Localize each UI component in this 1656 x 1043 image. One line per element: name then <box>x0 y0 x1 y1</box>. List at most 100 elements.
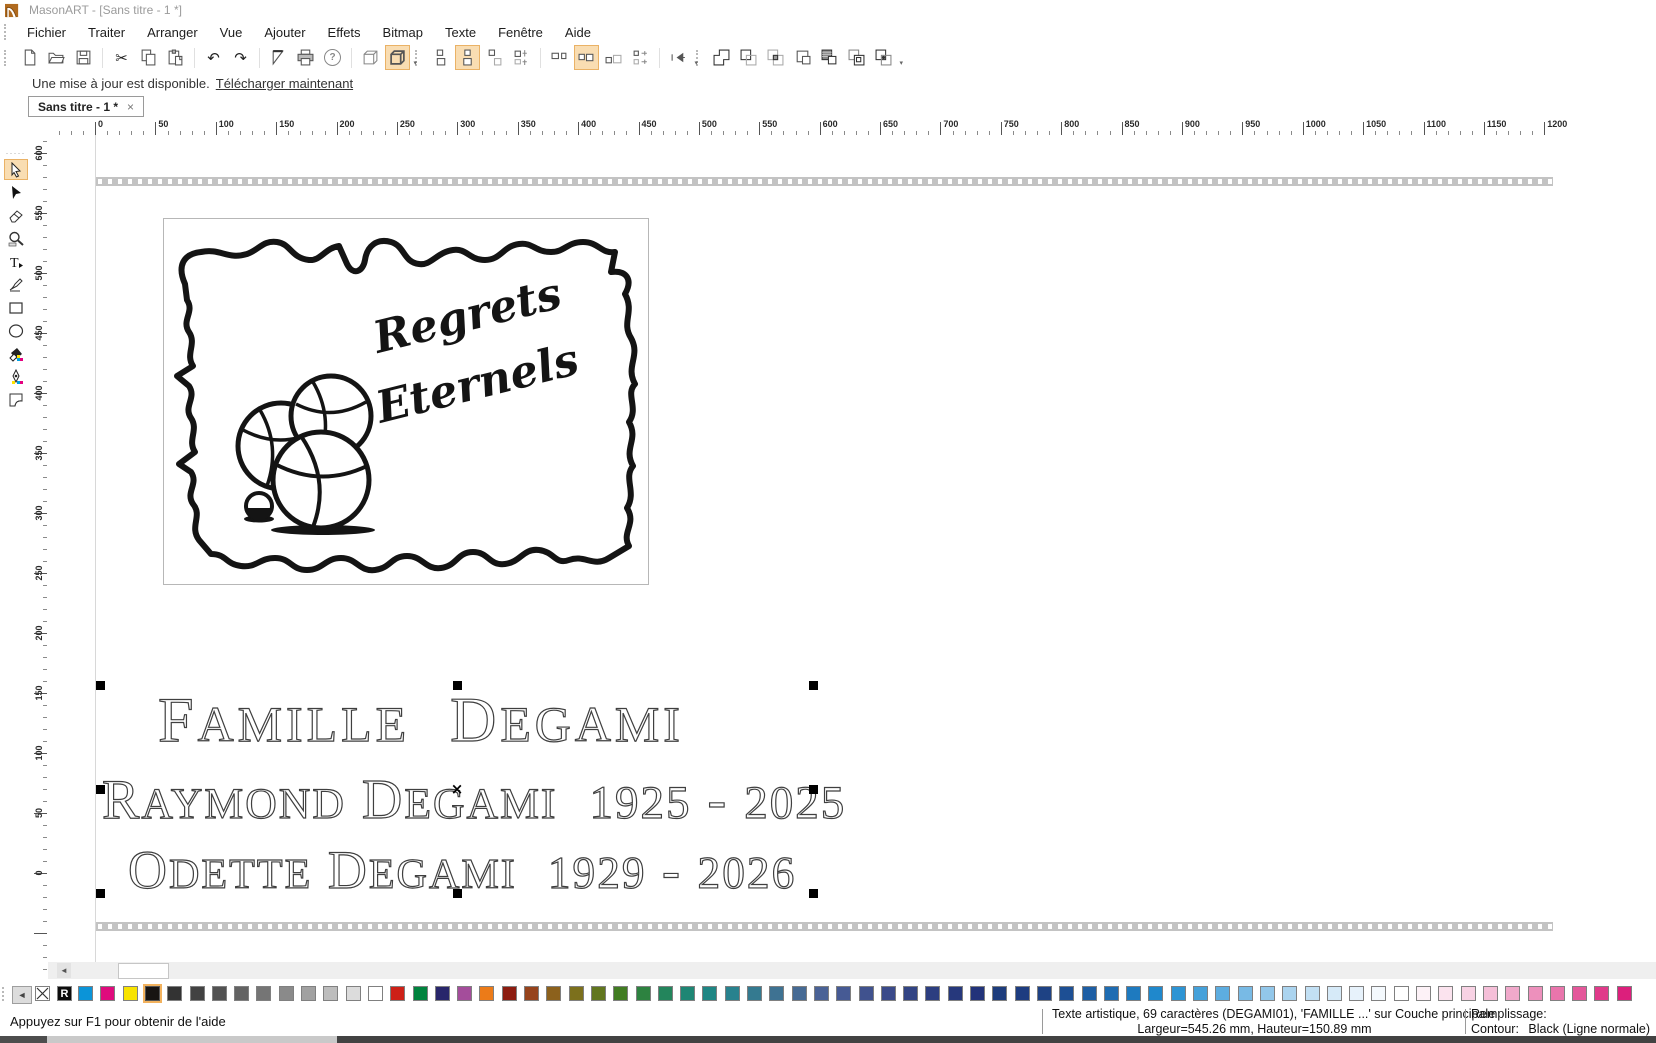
color-swatch[interactable] <box>1394 986 1409 1001</box>
knife-tool-button[interactable] <box>266 45 291 70</box>
outline-tool-button[interactable] <box>4 366 28 387</box>
cube-wireframe-button[interactable] <box>358 45 383 70</box>
color-swatch[interactable] <box>256 986 271 1001</box>
color-swatch[interactable] <box>1617 986 1632 1001</box>
color-swatch[interactable] <box>925 986 940 1001</box>
color-swatch[interactable] <box>546 986 561 1001</box>
color-swatch[interactable] <box>301 986 316 1001</box>
trim-shapes-button[interactable] <box>736 45 761 70</box>
save-floppy-button[interactable] <box>71 45 96 70</box>
color-swatch[interactable] <box>1126 986 1141 1001</box>
selection-handle[interactable] <box>453 681 462 690</box>
color-swatch[interactable] <box>769 986 784 1001</box>
selection-handle[interactable] <box>96 889 105 898</box>
distribute-spacing-squares-button[interactable] <box>628 45 653 70</box>
color-swatch[interactable] <box>279 986 294 1001</box>
cube-solid-button[interactable]: ▾ <box>385 45 410 70</box>
color-swatch[interactable] <box>212 986 227 1001</box>
palette-grip[interactable] <box>2 987 4 1001</box>
color-swatch[interactable] <box>613 986 628 1001</box>
parchment-clipart[interactable]: Regrets Eternels <box>163 218 647 583</box>
color-swatch[interactable] <box>725 986 740 1001</box>
menubar-grip[interactable] <box>4 24 10 40</box>
color-swatch[interactable] <box>1572 986 1587 1001</box>
color-swatch[interactable] <box>390 986 405 1001</box>
front-minus-back-shapes-button[interactable] <box>844 45 869 70</box>
size-width-squares-button[interactable] <box>547 45 572 70</box>
color-swatch[interactable] <box>323 986 338 1001</box>
selection-handle[interactable] <box>96 785 105 794</box>
zoom-tool-button[interactable] <box>4 228 28 249</box>
equal-size-squares-button[interactable] <box>574 45 599 70</box>
color-swatch[interactable] <box>1327 986 1342 1001</box>
color-swatch[interactable] <box>1461 986 1476 1001</box>
color-swatch[interactable] <box>591 986 606 1001</box>
engraving-text-line[interactable]: RAYMOND DEGAMI 1925 - 2025 <box>102 772 846 828</box>
color-swatch[interactable] <box>881 986 896 1001</box>
color-swatch[interactable] <box>413 986 428 1001</box>
menu-fichier[interactable]: Fichier <box>16 23 77 42</box>
simplify-shapes-button[interactable] <box>790 45 815 70</box>
color-swatch[interactable] <box>1037 986 1052 1001</box>
menu-texte[interactable]: Texte <box>434 23 487 42</box>
no-color-swatch[interactable] <box>35 986 50 1001</box>
color-swatch[interactable] <box>100 986 115 1001</box>
color-swatch[interactable] <box>680 986 695 1001</box>
dropdown-caret-icon[interactable]: ▾ <box>413 59 417 67</box>
color-swatch[interactable] <box>1594 986 1609 1001</box>
color-swatch[interactable] <box>747 986 762 1001</box>
color-swatch[interactable] <box>569 986 584 1001</box>
hatch-fill-shapes-button[interactable] <box>817 45 842 70</box>
selection-center-marker[interactable]: × <box>450 782 464 796</box>
color-swatch[interactable] <box>948 986 963 1001</box>
new-document-button[interactable] <box>17 45 42 70</box>
menu-ajouter[interactable]: Ajouter <box>253 23 316 42</box>
shape-edit-tool-button[interactable] <box>4 182 28 203</box>
color-swatch[interactable] <box>1550 986 1565 1001</box>
palette-scroll-left-button[interactable]: ◄ <box>12 986 32 1004</box>
scroll-left-arrow[interactable]: ◄ <box>57 963 71 978</box>
horizontal-scrollbar[interactable]: ◄ <box>48 962 1656 979</box>
corner-shape-tool-button[interactable] <box>4 389 28 410</box>
color-swatch[interactable] <box>167 986 182 1001</box>
pick-tool-button[interactable] <box>4 159 28 180</box>
color-swatch[interactable] <box>457 986 472 1001</box>
color-swatch[interactable] <box>903 986 918 1001</box>
redo-arrow-button[interactable]: ↷ <box>228 45 253 70</box>
color-swatch[interactable] <box>836 986 851 1001</box>
dropdown-caret-icon[interactable]: ▾ <box>899 59 903 67</box>
selection-handle[interactable] <box>453 889 462 898</box>
selection-handle[interactable] <box>809 681 818 690</box>
menu-traiter[interactable]: Traiter <box>77 23 136 42</box>
color-swatch[interactable] <box>636 986 651 1001</box>
color-swatch[interactable] <box>1483 986 1498 1001</box>
download-update-link[interactable]: Télécharger maintenant <box>216 76 353 91</box>
nudge-distance-arrow-button[interactable]: ▾ <box>666 45 691 70</box>
color-swatch[interactable] <box>1305 986 1320 1001</box>
color-swatch[interactable] <box>1528 986 1543 1001</box>
paste-clipboard-button[interactable] <box>163 45 188 70</box>
color-swatch[interactable] <box>702 986 717 1001</box>
color-swatch[interactable] <box>1371 986 1386 1001</box>
toolbar-grip[interactable] <box>4 50 10 66</box>
color-swatch[interactable] <box>1193 986 1208 1001</box>
align-center-squares-button[interactable] <box>455 45 480 70</box>
engraving-text-line[interactable]: ODETTE DEGAMI 1929 - 2026 <box>128 843 796 897</box>
color-swatch[interactable] <box>1438 986 1453 1001</box>
color-swatch[interactable] <box>234 986 249 1001</box>
back-minus-front-shapes-button[interactable]: ▾ <box>871 45 896 70</box>
color-swatch[interactable] <box>1215 986 1230 1001</box>
registration-color-swatch[interactable]: R <box>57 986 72 1001</box>
cut-scissors-button[interactable]: ✂ <box>109 45 134 70</box>
align-spread-squares-button[interactable] <box>482 45 507 70</box>
undo-arrow-button[interactable]: ↶ <box>201 45 226 70</box>
color-swatch[interactable] <box>1260 986 1275 1001</box>
color-swatch[interactable] <box>1505 986 1520 1001</box>
ellipse-tool-button[interactable] <box>4 320 28 341</box>
color-swatch[interactable] <box>814 986 829 1001</box>
weld-shapes-button[interactable] <box>709 45 734 70</box>
color-swatch[interactable] <box>1104 986 1119 1001</box>
color-swatch[interactable] <box>479 986 494 1001</box>
menu-effets[interactable]: Effets <box>317 23 372 42</box>
rectangle-tool-button[interactable] <box>4 297 28 318</box>
